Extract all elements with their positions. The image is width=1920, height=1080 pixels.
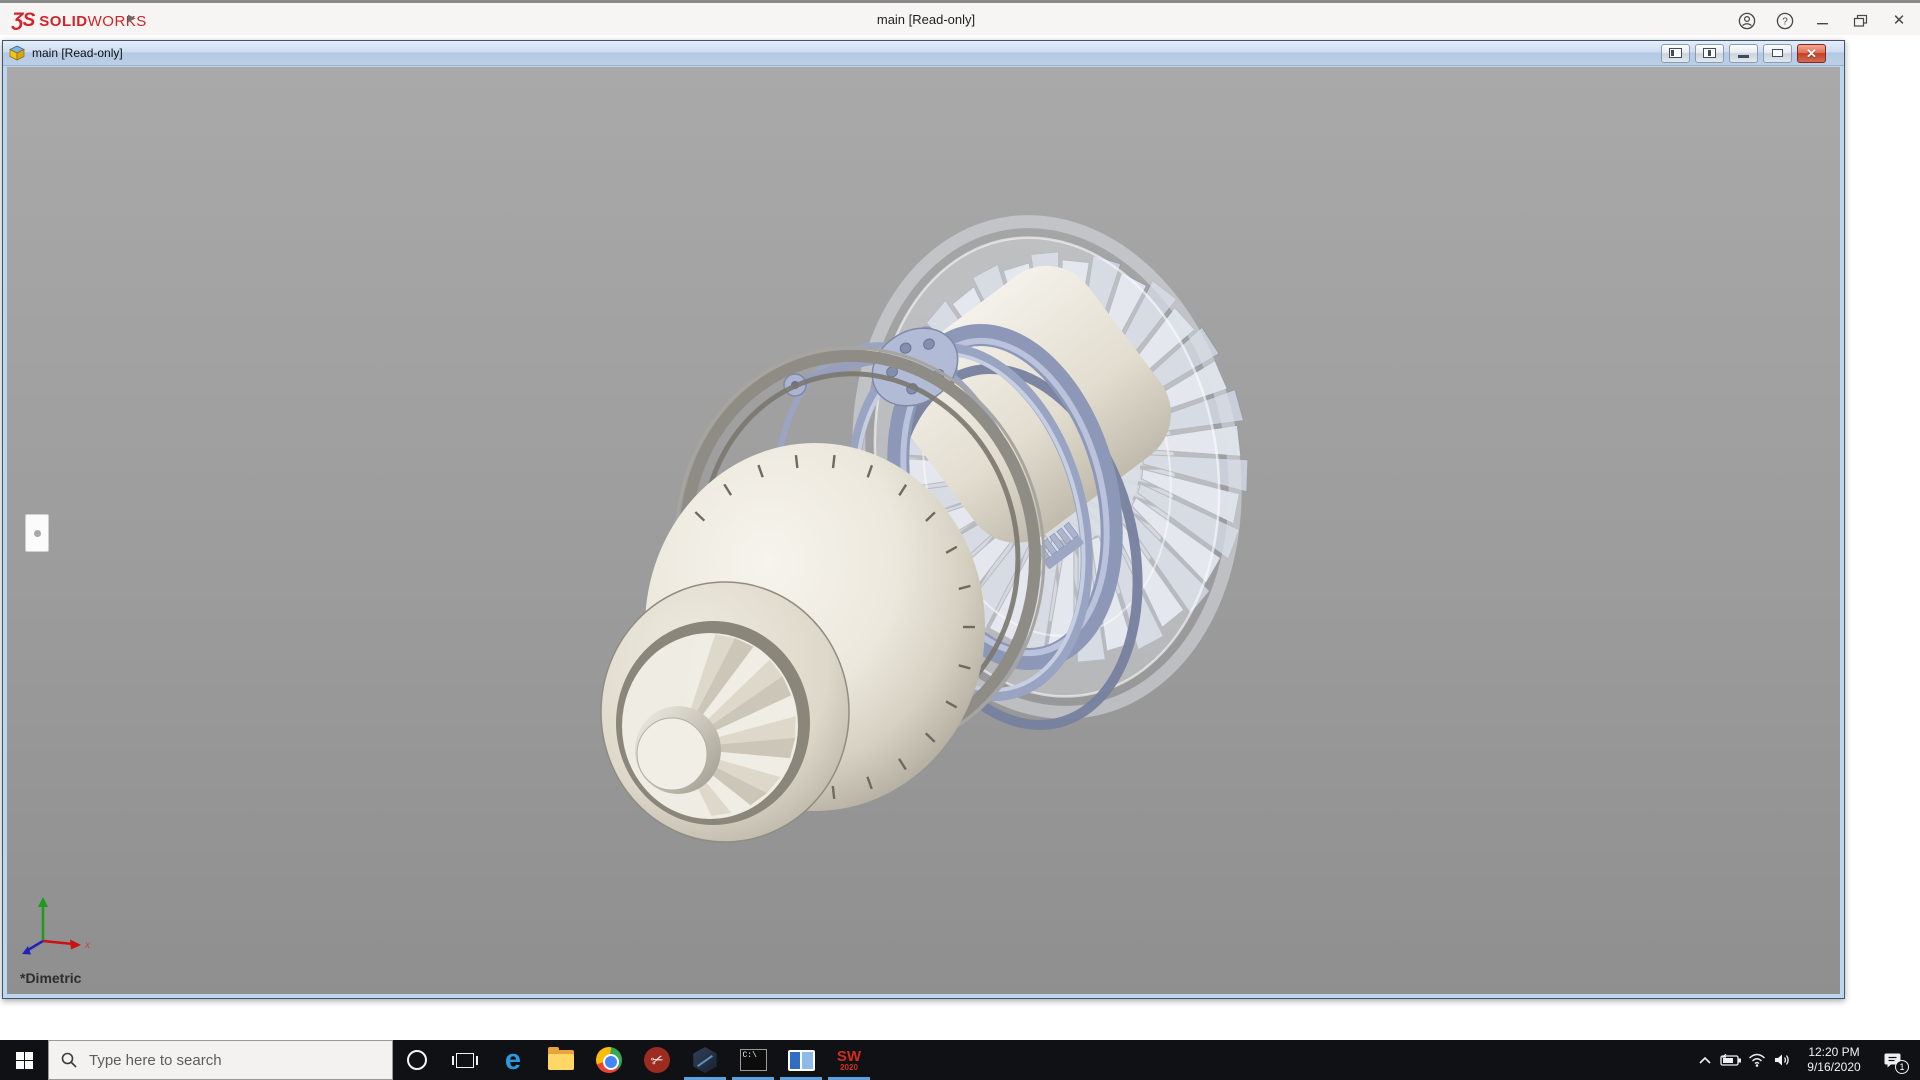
help-button[interactable]: ? [1772,9,1798,33]
doc-restore-button[interactable] [1763,43,1792,63]
svg-text:?: ? [1782,16,1788,27]
exhaust-nozzle [600,581,850,843]
account-button[interactable] [1734,9,1760,33]
dassault-mark-icon: ƷS [12,10,35,31]
tray-time: 12:20 PM [1808,1045,1860,1059]
task-view-icon [452,1052,478,1068]
pane-right-icon [1703,48,1716,58]
battery-charging-icon [1720,1054,1741,1066]
solidworks-logo: ƷS SOLIDWORKS [12,10,147,32]
taskbar-clock[interactable]: 12:20 PM 9/16/2020 [1796,1045,1872,1075]
taskbar-app-snipping-tool[interactable]: ✂ [633,1040,681,1080]
assembly-icon [9,45,25,61]
document-window: main [Read-only] ✕ x *Dimetric [2,40,1845,999]
pane-right-button[interactable] [1695,43,1724,63]
action-center-button[interactable]: 1 [1872,1040,1914,1080]
restore-icon [1772,49,1783,57]
windows-logo-icon [15,1051,33,1069]
restore-icon [1853,14,1868,27]
view-orientation-label: *Dimetric [20,970,82,986]
app-titlebar[interactable]: ƷS SOLIDWORKS ▶ main [Read-only] ? ✕ [0,0,1920,35]
volume-status[interactable] [1770,1040,1796,1080]
brand-name-light: WORKS [87,12,147,30]
graphics-viewport[interactable]: x *Dimetric [7,67,1840,994]
taskbar-search[interactable] [48,1040,393,1080]
cortana-button[interactable] [393,1040,441,1080]
tray-overflow-chevron[interactable] [1692,1040,1718,1080]
document-titlebar[interactable]: main [Read-only] ✕ [3,41,1844,66]
speaker-icon [1775,1054,1789,1066]
taskbar-app-edge[interactable]: e [489,1040,537,1080]
network-status[interactable] [1744,1040,1770,1080]
taskbar-app-remote-window[interactable] [777,1040,825,1080]
scissors-icon: ✂ [648,1050,666,1071]
svg-text:x: x [84,940,91,951]
menu-flyout-arrow-icon[interactable]: ▶ [128,13,136,24]
doc-close-button[interactable]: ✕ [1797,43,1826,63]
solidworks-2020-icon: SW 2020 [836,1047,862,1072]
search-input[interactable] [89,1051,349,1069]
remote-window-icon [787,1049,815,1071]
splitter-dot-icon [34,530,41,537]
document-title: main [Read-only] [32,46,123,60]
restore-button[interactable] [1848,9,1874,33]
close-icon: ✕ [1892,12,1906,29]
search-icon [61,1052,77,1068]
engine-model[interactable]: x [7,67,1840,994]
hexagon-app-icon [693,1047,717,1073]
minimize-icon [1738,54,1749,58]
help-icon: ? [1776,12,1794,29]
battery-status[interactable] [1718,1040,1744,1080]
person-icon [1738,12,1756,29]
task-view-button[interactable] [441,1040,489,1080]
edge-icon: e [504,1043,522,1076]
pane-left-button[interactable] [1661,43,1690,63]
taskbar-app-solidworks[interactable]: SW 2020 [825,1040,873,1080]
taskbar-app-file-explorer[interactable] [537,1040,585,1080]
app-window-title: main [Read-only] [876,12,976,27]
cortana-icon [407,1050,427,1070]
doc-minimize-button[interactable] [1729,43,1758,63]
notification-count-badge: 1 [1895,1060,1909,1074]
file-explorer-icon [548,1047,574,1070]
taskbar-app-3d-viewer[interactable] [681,1040,729,1080]
windows-taskbar: e ✂ C:\ SW 2020 [0,1040,1920,1080]
close-button[interactable]: ✕ [1886,9,1912,33]
snipping-tool-icon: ✂ [644,1047,670,1073]
chevron-up-icon [1699,1056,1711,1064]
tray-date: 9/16/2020 [1807,1060,1861,1074]
close-icon: ✕ [1806,45,1817,61]
wifi-icon [1749,1053,1765,1067]
start-button[interactable] [0,1040,48,1080]
taskbar-app-chrome[interactable] [585,1040,633,1080]
chrome-icon [596,1047,622,1073]
command-prompt-icon: C:\ [739,1049,767,1071]
feature-tree-splitter-handle[interactable] [25,514,49,552]
brand-name-bold: SOLID [39,12,88,30]
pane-left-icon [1669,48,1682,58]
minimize-button[interactable] [1810,9,1836,33]
taskbar-app-command-prompt[interactable]: C:\ [729,1040,777,1080]
